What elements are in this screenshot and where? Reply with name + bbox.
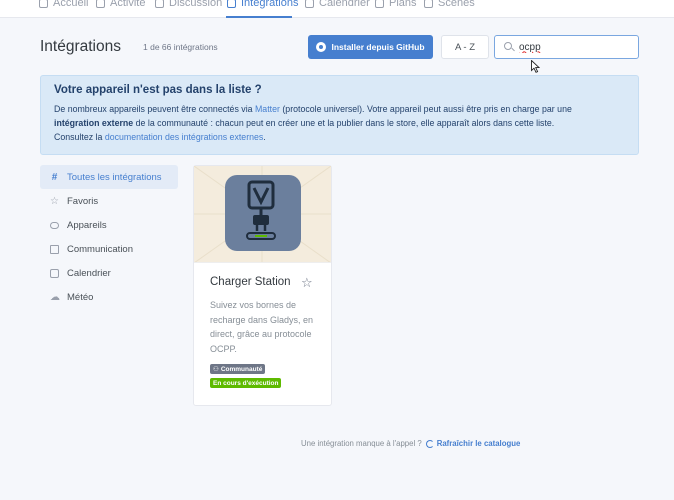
external-integrations-docs-link[interactable]: documentation des intégrations externes (105, 132, 263, 142)
category-sidebar: # Toutes les intégrations ☆ Favoris Appa… (40, 165, 178, 309)
install-from-github-button[interactable]: Installer depuis GitHub (308, 35, 433, 59)
external-integration-text: intégration externe (54, 118, 134, 128)
sidebar-item-favoris[interactable]: ☆ Favoris (40, 189, 178, 213)
search-box[interactable] (494, 35, 639, 59)
community-icon: ⚇ (213, 366, 219, 373)
matter-link[interactable]: Matter (255, 104, 280, 114)
sidebar-item-label: Météo (67, 291, 94, 303)
ev-charger-icon (246, 180, 276, 240)
active-tab-indicator (226, 16, 292, 18)
nav-item-label: Scènes (438, 0, 475, 9)
sidebar-item-all[interactable]: # Toutes les intégrations (40, 165, 178, 189)
nav-item-label: Discussion (169, 0, 223, 9)
integration-count: 1 de 66 intégrations (143, 42, 218, 52)
nav-item-plans[interactable]: Plans (375, 0, 417, 9)
star-icon: ☆ (50, 195, 59, 207)
play-icon (424, 0, 433, 8)
message-icon (50, 244, 59, 254)
alert-text: De nombreux appareils peuvent être conne… (54, 104, 255, 114)
page-title: Intégrations (40, 38, 121, 55)
sidebar-item-label: Toutes les intégrations (67, 171, 162, 183)
sort-button[interactable]: A - Z (441, 35, 489, 59)
alert-body: De nombreux appareils peuvent être conne… (54, 102, 625, 144)
footer: Une intégration manque à l'appel ? Rafra… (301, 439, 520, 448)
github-button-label: Installer depuis GitHub (331, 42, 425, 52)
refresh-label: Rafraîchir le catalogue (436, 439, 521, 448)
sidebar-item-appareils[interactable]: Appareils (40, 213, 178, 237)
nav-item-scenes[interactable]: Scènes (424, 0, 475, 9)
refresh-catalog-link[interactable]: Rafraîchir le catalogue (425, 439, 521, 448)
sidebar-item-meteo[interactable]: ☁ Météo (40, 285, 178, 309)
alert-text: de la communauté : chacun peut en créer … (133, 118, 555, 128)
nav-item-label: Calendrier (319, 0, 370, 9)
hash-icon: # (51, 171, 58, 183)
nav-item-label: Accueil (53, 0, 89, 9)
nav-item-discussion[interactable]: Discussion (155, 0, 222, 9)
community-badge-label: Communauté (220, 365, 263, 373)
grid-icon (227, 0, 236, 8)
search-input[interactable] (519, 39, 629, 55)
nav-item-accueil[interactable]: Accueil (39, 0, 88, 9)
github-icon (316, 42, 327, 52)
charger-station-logo (225, 175, 301, 251)
calendar-icon (305, 0, 314, 8)
mouse-cursor-icon (531, 60, 540, 73)
missing-integration-text: Une intégration manque à l'appel ? (301, 439, 422, 448)
device-not-listed-alert: Votre appareil n'est pas dans la liste ?… (40, 75, 639, 155)
alert-text: . (263, 132, 266, 142)
activity-icon (96, 0, 105, 8)
sidebar-item-label: Favoris (67, 195, 99, 207)
card-image (194, 166, 331, 263)
nav-item-label: Activité (110, 0, 146, 9)
sidebar-item-communication[interactable]: Communication (40, 237, 178, 261)
sidebar-item-label: Calendrier (67, 267, 111, 279)
map-icon (375, 0, 384, 8)
nav-item-label: Intégrations (241, 0, 299, 9)
alert-text: Consultez la (54, 132, 105, 142)
top-navigation: Accueil Activité Discussion Intégrations… (0, 0, 674, 18)
alert-text: (protocole universel). Votre appareil pe… (279, 104, 572, 114)
calendar-icon (50, 268, 59, 278)
sidebar-item-label: Appareils (67, 219, 107, 231)
refresh-icon (425, 439, 434, 448)
card-description: Suivez vos bornes de recharge dans Glady… (210, 300, 314, 354)
nav-item-integrations[interactable]: Intégrations (227, 0, 298, 9)
favorite-star-icon[interactable]: ☆ (301, 275, 313, 291)
cloud-icon: ☁ (50, 291, 60, 303)
search-icon (504, 42, 512, 50)
card-title: Charger Station (210, 276, 291, 288)
nav-item-label: Plans (389, 0, 417, 9)
nav-item-activite[interactable]: Activité (96, 0, 145, 9)
chat-icon (155, 0, 164, 8)
toggle-icon (50, 221, 59, 229)
integration-card[interactable]: Charger Station ☆ Suivez vos bornes de r… (193, 165, 332, 406)
nav-item-calendrier[interactable]: Calendrier (305, 0, 370, 9)
alert-title: Votre appareil n'est pas dans la liste ? (54, 84, 262, 96)
home-icon (39, 0, 48, 8)
community-badge: ⚇ Communauté (210, 364, 266, 374)
sidebar-item-label: Communication (67, 243, 133, 255)
sidebar-item-calendrier[interactable]: Calendrier (40, 261, 178, 285)
status-badge: En cours d'exécution (210, 378, 282, 388)
